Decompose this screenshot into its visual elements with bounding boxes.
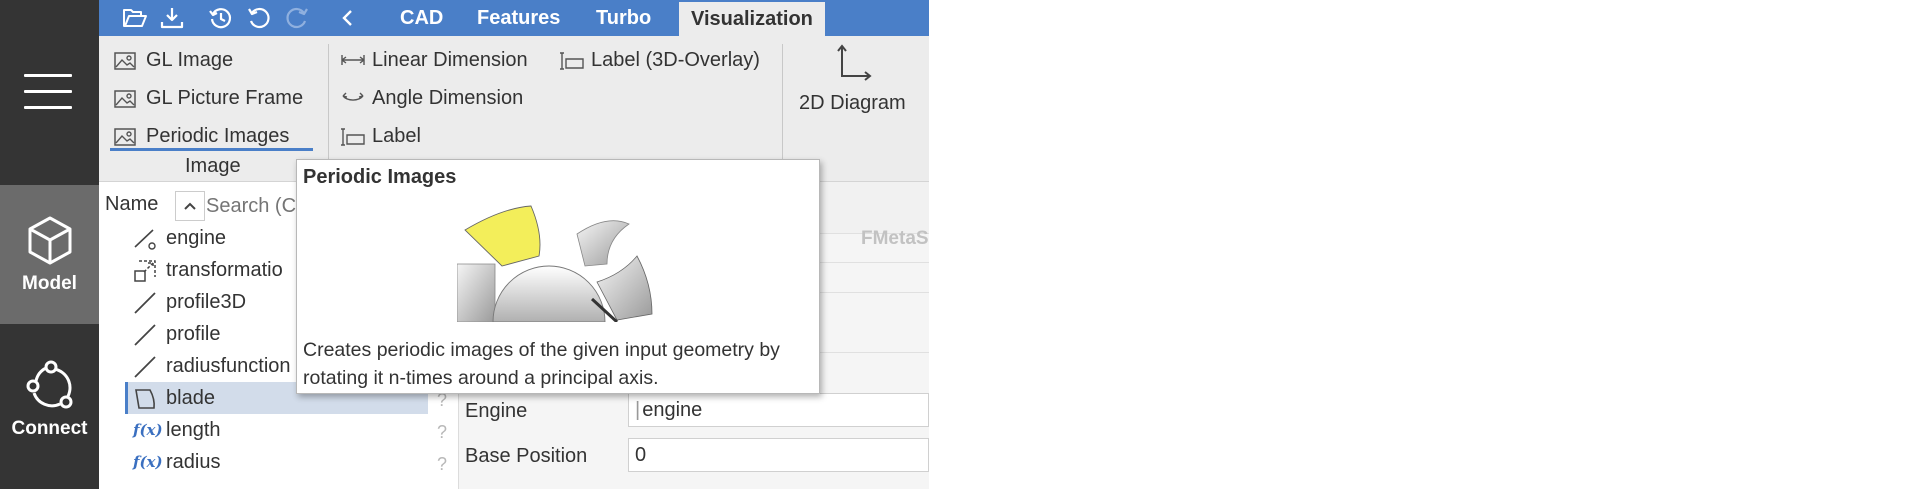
hamburger-menu-icon[interactable] (24, 74, 72, 110)
line-icon (134, 356, 156, 378)
app-window: Model Connect CAD Features Turbo Visuali… (0, 0, 929, 489)
cube-icon (28, 216, 71, 265)
image-icon (114, 90, 136, 108)
faded-panel-title: FMetaS (861, 228, 929, 249)
sidebar-item-connect[interactable]: Connect (0, 330, 99, 469)
surface-icon (135, 389, 155, 409)
label-icon (560, 52, 584, 70)
top-toolbar: CAD Features Turbo Visualization (99, 0, 929, 36)
line-icon (134, 324, 156, 346)
tree-search-input[interactable] (206, 191, 296, 221)
function-icon: f(x) (133, 421, 163, 439)
tab-cad[interactable]: CAD (388, 0, 455, 36)
back-chevron-icon[interactable] (335, 5, 361, 31)
axes-icon (837, 44, 872, 81)
periodic-images-preview-image (457, 205, 653, 322)
line-icon (134, 292, 156, 314)
base-position-field[interactable]: 0 (628, 438, 929, 472)
periodic-images-button[interactable]: Periodic Images (110, 121, 313, 151)
sidebar-item-model[interactable]: Model (0, 185, 99, 324)
image-icon (114, 52, 136, 70)
image-icon (114, 128, 136, 146)
label-icon (341, 128, 365, 146)
left-sidebar: Model Connect (0, 0, 99, 489)
transform-icon (134, 260, 156, 282)
function-icon: f(x) (133, 453, 163, 471)
base-position-value: 0 (635, 444, 647, 466)
connect-icon (26, 360, 72, 409)
sidebar-item-label: Model (22, 273, 77, 294)
help-icon[interactable]: ? (437, 422, 447, 443)
tooltip-title: Periodic Images (303, 166, 457, 188)
folder-open-icon[interactable] (122, 5, 148, 31)
tree-item-radius[interactable]: f(x) radius (128, 446, 428, 478)
undo-icon[interactable] (246, 5, 272, 31)
base-position-label: Base Position (465, 445, 588, 467)
tooltip-periodic-images: Periodic Images Creates periodic images … (296, 159, 820, 394)
angle-dimension-icon (342, 92, 364, 101)
ribbon-group-label-image: Image (185, 155, 241, 177)
download-icon[interactable] (159, 5, 185, 31)
tree-column-header: Name (105, 193, 159, 215)
text-cursor: | (635, 399, 641, 421)
ribbon-divider (782, 44, 783, 168)
linear-dimension-icon (341, 55, 365, 65)
2d-diagram-button[interactable]: 2D Diagram (797, 44, 913, 124)
tree-item-length[interactable]: f(x) length (128, 414, 428, 446)
tooltip-description: Creates periodic images of the given inp… (303, 339, 780, 389)
engine-value: engine (642, 399, 703, 421)
tab-turbo[interactable]: Turbo (584, 0, 663, 36)
tab-visualization[interactable]: Visualization (679, 2, 825, 36)
history-icon[interactable] (208, 5, 234, 31)
tab-features[interactable]: Features (465, 0, 572, 36)
sidebar-item-label: Connect (11, 418, 88, 439)
curve-icon (134, 229, 156, 250)
help-icon[interactable]: ? (437, 454, 447, 475)
collapse-button[interactable] (175, 191, 205, 221)
chevron-up-icon (184, 202, 196, 210)
ribbon-divider (328, 44, 329, 168)
engine-label: Engine (465, 400, 528, 422)
engine-field[interactable]: | engine (628, 393, 929, 427)
redo-icon[interactable] (284, 5, 310, 31)
